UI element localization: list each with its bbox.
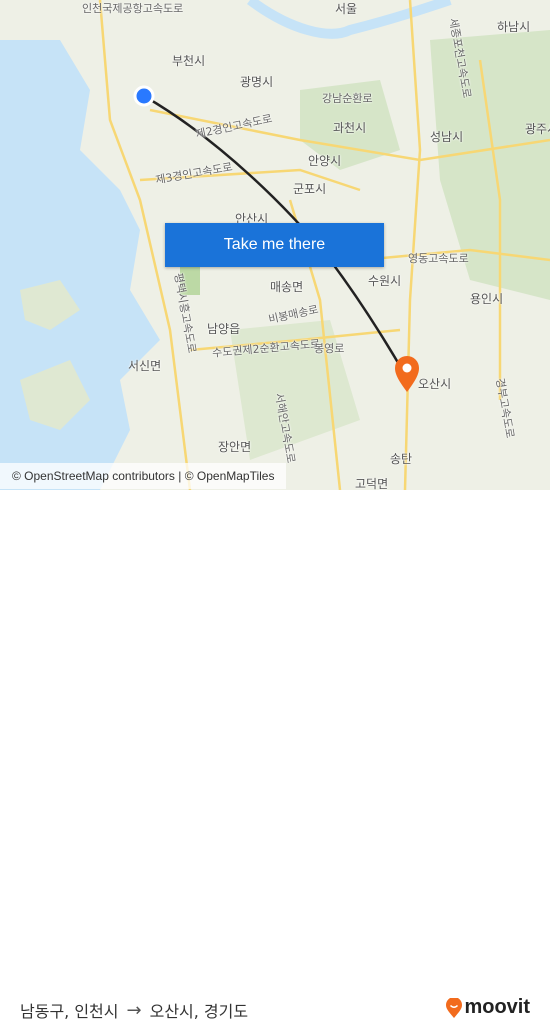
take-me-there-button[interactable]: Take me there bbox=[165, 223, 384, 267]
map-label: 인천국제공항고속도로 bbox=[82, 2, 184, 15]
route-title: 남동구, 인천시 → 오산시, 경기도 bbox=[20, 998, 248, 1022]
map-label: 강남순환로 bbox=[322, 92, 373, 105]
map-label: 송탄 bbox=[390, 452, 413, 466]
map-label: 남양읍 bbox=[207, 322, 241, 336]
map-label: 봉영로 bbox=[314, 342, 345, 355]
sea bbox=[0, 40, 160, 490]
moovit-pin-icon bbox=[446, 997, 463, 1018]
destination-pin-icon bbox=[395, 356, 419, 392]
brand-name: moovit bbox=[464, 996, 530, 1018]
arrow-right-icon: → bbox=[126, 999, 142, 1021]
origin-marker bbox=[133, 85, 155, 107]
map-label: 과천시 bbox=[333, 121, 367, 135]
map-label: 광주시 bbox=[525, 122, 550, 136]
map-label: 장안면 bbox=[218, 440, 252, 454]
map-label: 광명시 bbox=[240, 75, 274, 89]
map-label: 오산시 bbox=[418, 377, 452, 391]
map-label: 고덕면 bbox=[355, 477, 389, 490]
map-label: 영동고속도로 bbox=[408, 252, 469, 265]
map-label: 성남시 bbox=[430, 130, 464, 144]
destination-name: 오산시, 경기도 bbox=[149, 1002, 249, 1021]
map-label: 매송면 bbox=[270, 280, 304, 294]
map-label: 수원시 bbox=[368, 274, 402, 288]
origin-name: 남동구, 인천시 bbox=[20, 1002, 119, 1021]
map-label: 군포시 bbox=[293, 182, 327, 196]
map-label: 서울 bbox=[335, 2, 358, 16]
footer: 남동구, 인천시 → 오산시, 경기도 moovit bbox=[0, 490, 550, 1021]
map-label: 서신면 bbox=[128, 359, 162, 373]
map-label: 안양시 bbox=[308, 154, 342, 168]
map-label: 하남시 bbox=[497, 20, 531, 34]
map-attribution[interactable]: © OpenStreetMap contributors | © OpenMap… bbox=[0, 463, 287, 489]
moovit-logo: moovit bbox=[446, 996, 530, 1019]
map-label: 부천시 bbox=[172, 54, 206, 68]
map[interactable]: 인천국제공항고속도로 부천시 광명시 강남순환로 과천시 안양시 군포시 제2경… bbox=[0, 0, 550, 490]
map-label: 용인시 bbox=[470, 292, 504, 306]
